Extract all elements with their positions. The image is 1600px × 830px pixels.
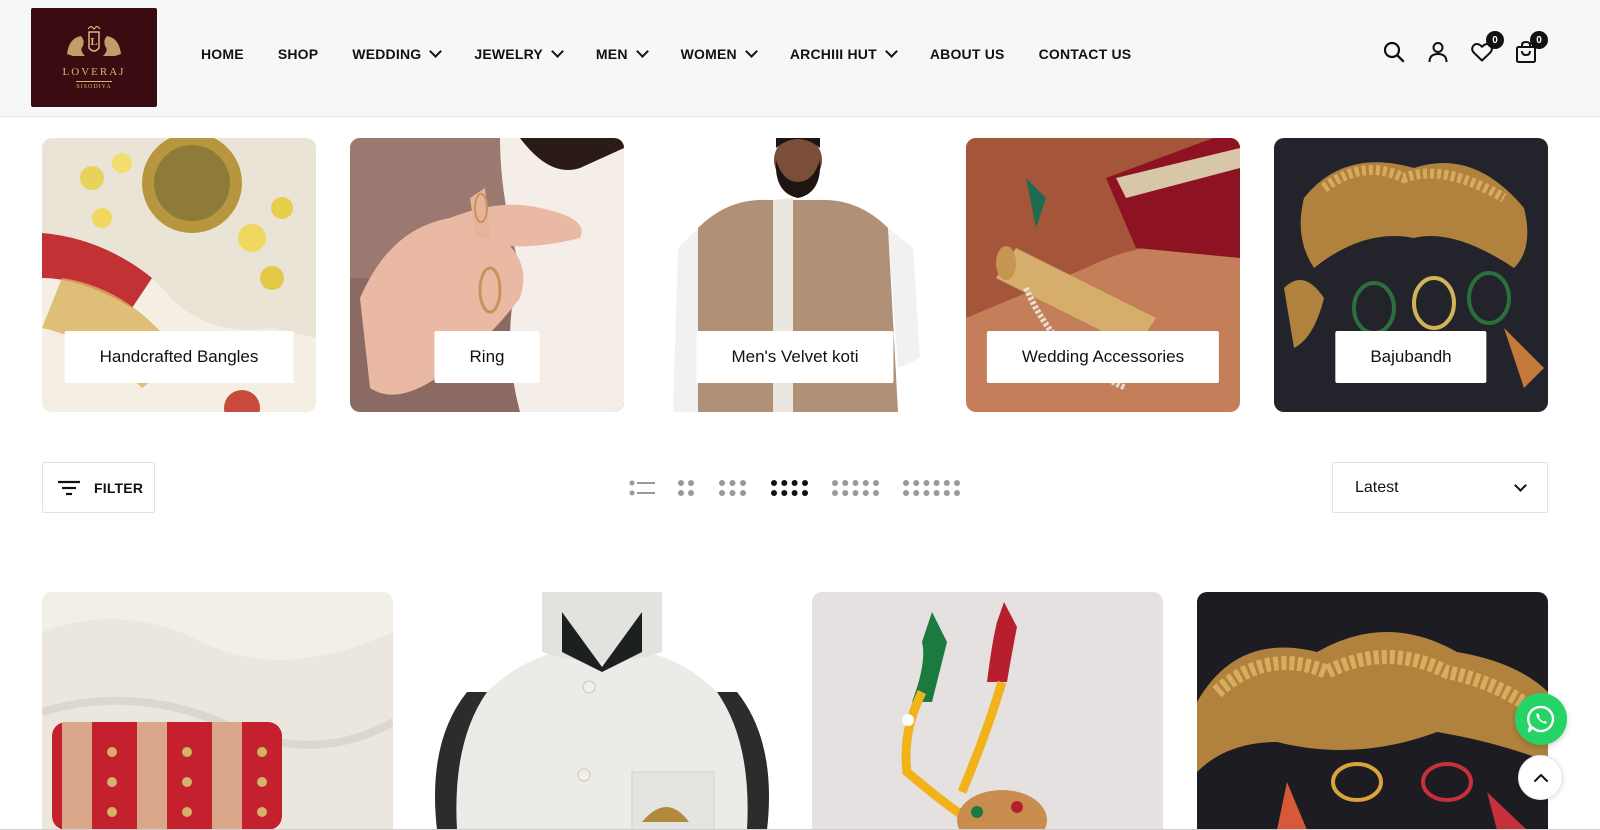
user-icon[interactable] [1426,40,1450,64]
grid-3-icon [719,480,746,496]
nav-label: WEDDING [352,46,422,62]
nav-jewelry[interactable]: JEWELRY [474,45,564,62]
product-image [1197,592,1548,830]
nav-label: SHOP [277,46,319,62]
collection-card-handcrafted-bangles[interactable]: Handcrafted Bangles [42,138,316,412]
grid-option-list[interactable] [629,478,655,498]
main-nav: HOME SHOP WEDDING JEWELRY MEN WOMEN ARCH… [201,45,1165,62]
grid-6-icon [903,480,960,496]
nav-label: MEN [595,46,628,62]
collection-label: Bajubandh [1335,331,1487,383]
product-image [42,592,393,830]
nav-label: JEWELRY [474,46,543,62]
collection-card-bajubandh[interactable]: Bajubandh [1274,138,1548,412]
grid-option-3-columns[interactable] [719,478,746,498]
crest-icon: L [67,25,121,56]
logo-monogram: L [90,36,97,48]
product-card[interactable] [427,592,778,830]
sort-value: Latest [1355,478,1399,496]
filter-button[interactable]: FILTER [42,462,155,513]
nav-home[interactable]: HOME [201,46,244,62]
collection-card-wedding-accessories[interactable]: Wedding Accessories [966,138,1240,412]
nav-label: HOME [201,46,244,62]
grid-4-icon [771,480,808,496]
brand-logo[interactable]: L LOVERAJ SISODIYA [31,8,157,107]
chevron-down-icon [429,45,443,58]
site-header: L LOVERAJ SISODIYA HOME SHOP WEDDING JEW… [0,0,1600,117]
grid-option-4-columns[interactable] [771,478,808,498]
search-icon[interactable] [1382,40,1406,64]
chevron-up-icon [1533,773,1548,782]
nav-label: ABOUT US [929,46,1005,62]
nav-about-us[interactable]: ABOUT US [930,46,1005,62]
collection-label: Wedding Accessories [986,331,1220,383]
chevron-down-icon [884,45,898,58]
list-view-icon [629,480,655,496]
nav-label: CONTACT US [1038,46,1132,62]
grid-2-icon [678,480,694,496]
chevron-down-icon [744,45,758,58]
wishlist-count-badge: 0 [1486,31,1504,49]
product-image [427,592,778,830]
collection-card-mens-velvet-koti[interactable]: Men's Velvet koti [658,138,932,412]
collection-label: Handcrafted Bangles [64,331,294,383]
chevron-down-icon [551,45,564,58]
grid-option-2-columns[interactable] [678,478,694,498]
grid-5-icon [832,480,879,496]
heart-icon[interactable]: 0 [1470,31,1504,64]
nav-archiii-hut[interactable]: ARCHIII HUT [789,45,898,62]
nav-wedding[interactable]: WEDDING [352,45,443,62]
collection-card-ring[interactable]: Ring [350,138,624,412]
product-card[interactable] [1197,592,1548,830]
grid-option-6-columns[interactable] [903,478,960,498]
filter-label: FILTER [94,479,144,496]
whatsapp-icon [1527,705,1555,733]
back-to-top-button[interactable] [1518,755,1563,800]
nav-shop[interactable]: SHOP [278,46,318,62]
nav-men[interactable]: MEN [595,45,649,62]
nav-label: WOMEN [680,46,737,62]
chevron-down-icon [635,45,649,58]
header-actions: 0 0 [1382,31,1548,64]
nav-women[interactable]: WOMEN [680,45,758,62]
product-card[interactable] [42,592,393,830]
collection-label: Ring [434,331,540,383]
collection-label: Men's Velvet koti [696,331,894,383]
product-card[interactable] [812,592,1163,830]
shopping-bag-icon[interactable]: 0 [1514,31,1548,64]
cart-count-badge: 0 [1530,31,1548,49]
whatsapp-chat-button[interactable] [1515,693,1567,745]
logo-name: LOVERAJ [62,65,126,78]
nav-label: ARCHIII HUT [789,46,877,62]
grid-option-5-columns[interactable] [832,478,879,498]
collection-carousel: Handcrafted Bangles Ring Men's Velvet ko… [42,138,1548,412]
nav-contact-us[interactable]: CONTACT US [1039,46,1132,62]
product-image [812,592,1163,830]
sort-select[interactable]: Latest [1332,462,1548,513]
logo-subtitle: SISODIYA [76,80,112,90]
filter-icon [58,480,80,495]
chevron-down-icon [1514,478,1527,492]
